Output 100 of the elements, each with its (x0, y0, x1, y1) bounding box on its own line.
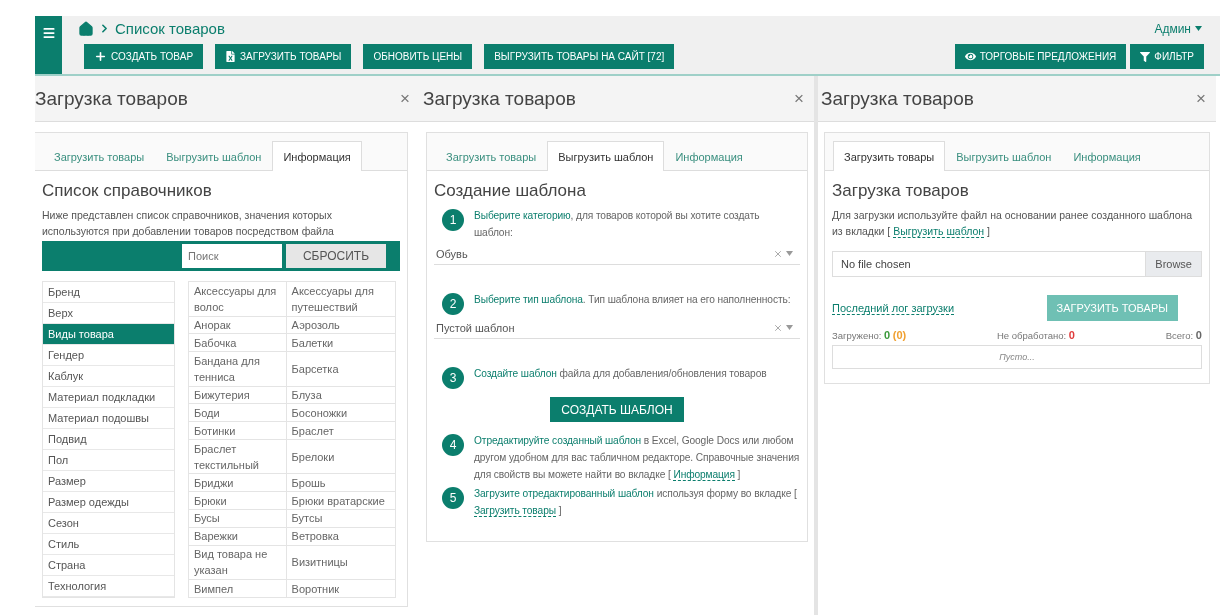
table-cell: Брошь (286, 473, 396, 492)
clear-icon[interactable] (773, 248, 783, 259)
empty-log: Пусто... (832, 345, 1202, 369)
table-cell: Ветровка (286, 527, 396, 546)
table-cell: Варежки (188, 527, 287, 546)
table-cell: Бриджи (188, 473, 287, 492)
tab[interactable]: Информация (1062, 141, 1152, 171)
tab[interactable]: Выгрузить шаблон (945, 141, 1063, 171)
tab-link[interactable]: Информация (673, 469, 735, 481)
table-cell: Боди (188, 403, 287, 422)
clear-icon[interactable] (773, 322, 783, 333)
step-number: 2 (442, 293, 464, 315)
create-template-button[interactable]: СОЗДАТЬ ШАБЛОН (550, 397, 684, 422)
log-link[interactable]: Последний лог загрузки (832, 301, 955, 315)
select-field[interactable]: Обувь (434, 243, 800, 265)
table-cell: Вимпел (188, 579, 287, 598)
table-cell: Аэрозоль (286, 316, 396, 334)
home-icon[interactable] (78, 20, 94, 37)
user-menu[interactable]: Админ (1154, 21, 1202, 36)
toolbar-button[interactable]: ФИЛЬТР (1130, 44, 1204, 69)
table-cell: Брюки вратарские (286, 491, 396, 510)
table-cell: Блуза (286, 386, 396, 404)
directory-item[interactable]: Виды товара (43, 324, 174, 345)
eye-icon (964, 51, 976, 62)
step-number: 4 (442, 434, 464, 456)
close-button[interactable]: × (400, 88, 410, 109)
breadcrumb: Список товаров (115, 20, 225, 37)
browse-button[interactable]: Browse (1145, 252, 1201, 276)
caret-icon (1195, 26, 1202, 31)
table-cell: Балетки (286, 333, 396, 352)
step-link[interactable]: Загрузите отредактированный шаблон (474, 488, 654, 499)
table-cell: Брелоки (286, 439, 396, 474)
table-cell: Визитницы (286, 545, 396, 580)
plus-icon (94, 50, 107, 63)
menu-icon[interactable] (41, 26, 56, 40)
select-field[interactable]: Пустой шаблон (434, 317, 800, 339)
search-field[interactable]: Поиск (182, 244, 282, 268)
spreadsheet-icon (225, 51, 237, 62)
tab[interactable]: Выгрузить шаблон (547, 141, 665, 171)
caret-icon (786, 251, 793, 256)
step-number: 5 (442, 487, 464, 509)
table-cell: Аксессуары для путешествий (286, 281, 396, 316)
modal-title: Загрузка товаров (35, 87, 188, 110)
stat-value: 0 (883, 329, 891, 341)
tab[interactable]: Информация (272, 141, 362, 171)
stat-value: (0) (892, 329, 907, 341)
step-text: Создайте шаблон файла для добавления/обновления товаров (474, 367, 767, 381)
caret-icon (786, 325, 793, 330)
table-cell: Босоножки (286, 403, 396, 422)
step-link[interactable]: Выберите тип шаблона (474, 294, 583, 305)
step-number: 1 (442, 209, 464, 231)
tab-link[interactable]: Загрузить товары (474, 505, 556, 517)
table-cell: Ботинки (188, 421, 287, 440)
stat-value: 0 (1068, 329, 1075, 341)
stat-value: 0 (1195, 329, 1202, 341)
step-link[interactable]: Отредактируйте созданный шаблон (474, 435, 641, 446)
table-cell: Воротник (286, 579, 396, 598)
stat-label: Всего: (1165, 330, 1194, 341)
step-text: Выберите категорию, для товаров которой вы хотите создать шаблон: (474, 209, 761, 240)
step-link[interactable]: Выберите категорию (474, 210, 571, 221)
table-cell: Барсетка (286, 351, 396, 387)
table-cell: Бутсы (286, 509, 396, 528)
table-cell: Вид товара не указан (188, 545, 287, 580)
table-cell: Браслет (286, 421, 396, 440)
table-cell: Анорак (188, 316, 287, 334)
filter-icon (1140, 51, 1151, 62)
section-heading: Список справочников (42, 181, 213, 201)
close-button[interactable]: × (1196, 88, 1206, 109)
modal-title: Загрузка товаров (423, 87, 576, 110)
step-text: Выберите тип шаблона. Тип шаблона влияет на его наполненность: (474, 293, 791, 307)
table-cell: Бандана для тенниса (188, 351, 287, 387)
step-link[interactable]: Создайте шаблон (474, 368, 557, 379)
toolbar-button[interactable]: ОБНОВИТЬ ЦЕНЫ (363, 44, 473, 69)
toolbar-button[interactable]: ВЫГРУЗИТЬ ТОВАРЫ НА САЙТ [72] (484, 44, 675, 69)
section-heading: Загрузка товаров (832, 181, 970, 201)
modal-title: Загрузка товаров (821, 87, 974, 110)
table-cell: Браслет текстильный (188, 439, 287, 474)
table-cell: Бижутерия (188, 386, 287, 404)
stat-label: Не обработано: (996, 330, 1067, 341)
toolbar-button[interactable]: ТОРГОВЫЕ ПРЕДЛОЖЕНИЯ (954, 44, 1127, 69)
tab[interactable]: Загрузить товары (435, 141, 548, 171)
description: Для загрузки используйте файл на основании ранее созданного шаблона из вкладки [ Выгрузить шаблон ] (832, 208, 1194, 239)
menu-button[interactable] (35, 16, 62, 74)
tab[interactable]: Загрузить товары (833, 141, 946, 171)
table-cell: Бусы (188, 509, 287, 528)
section-heading: Создание шаблона (434, 181, 587, 201)
toolbar-button[interactable]: СОЗДАТЬ ТОВАР (84, 44, 204, 69)
toolbar-button[interactable]: ЗАГРУЗИТЬ ТОВАРЫ (215, 44, 352, 69)
tab[interactable]: Загрузить товары (43, 141, 156, 171)
tab[interactable]: Выгрузить шаблон (155, 141, 273, 171)
tab-link[interactable]: Выгрузить шаблон (893, 225, 985, 238)
table-cell: Аксессуары для волос (188, 281, 287, 316)
stat-label: Загружено: (832, 330, 882, 341)
table-cell: Брюки (188, 491, 287, 510)
reset-button[interactable]: СБРОСИТЬ (286, 244, 386, 268)
tab[interactable]: Информация (664, 141, 754, 171)
step-number: 3 (442, 367, 464, 389)
close-button[interactable]: × (794, 88, 804, 109)
file-field[interactable]: No file chosen Browse (832, 251, 1202, 277)
step-text: Загрузите отредактированный шаблон используя форму во вкладке [ Загрузить товары ] (474, 487, 798, 519)
